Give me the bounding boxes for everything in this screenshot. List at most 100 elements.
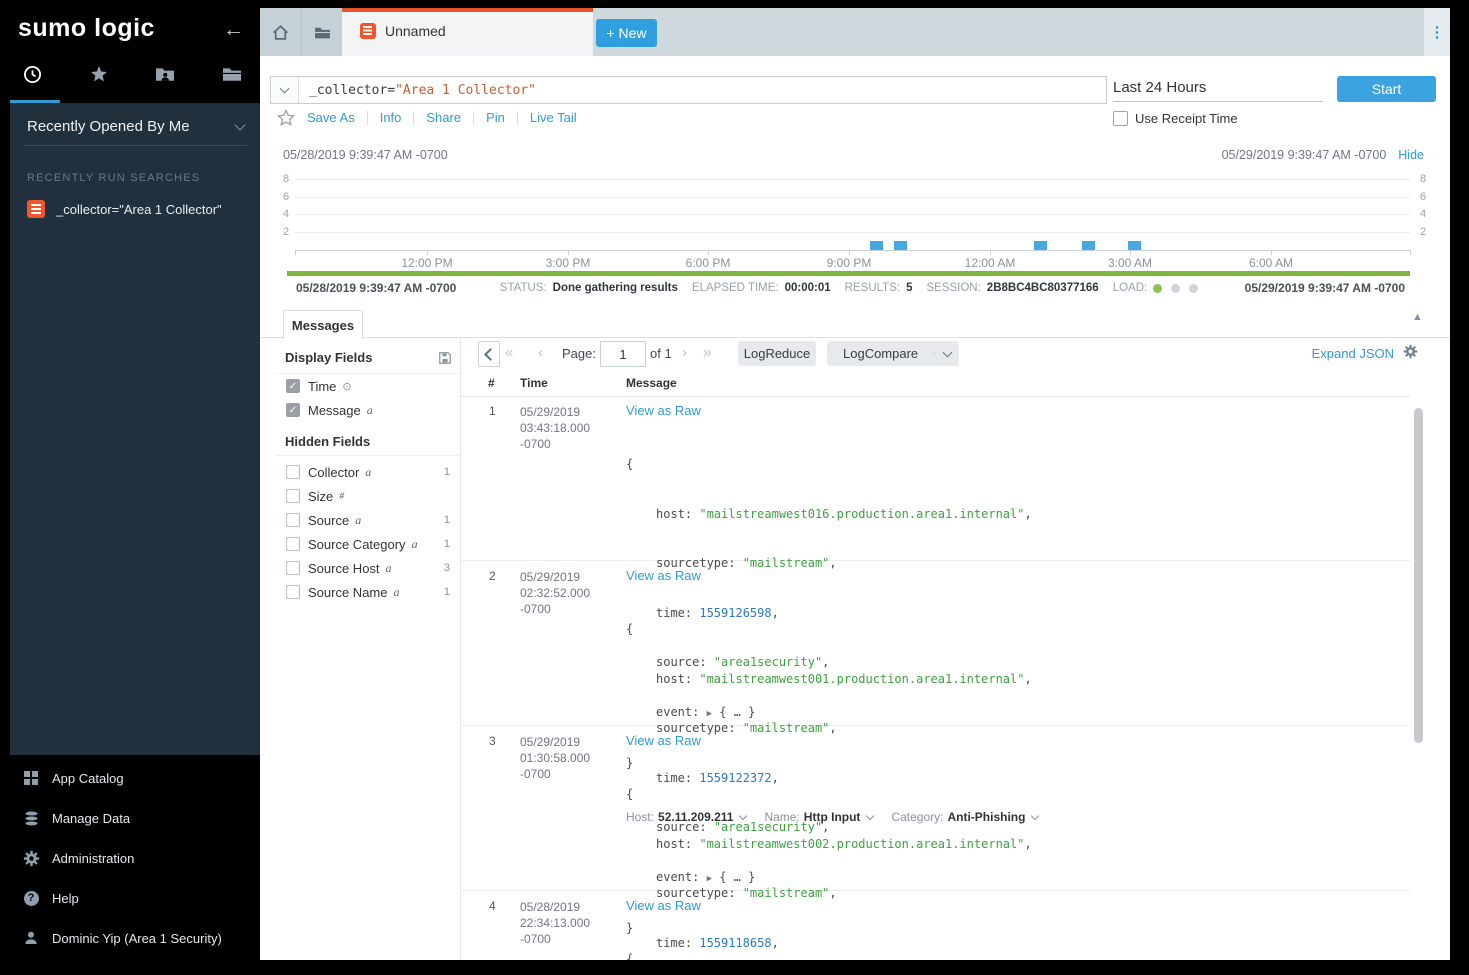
expand-json-link[interactable]: Expand JSON xyxy=(1312,346,1394,361)
query-dropdown[interactable] xyxy=(271,77,299,103)
chevron-down-icon xyxy=(942,347,952,357)
axis-tick xyxy=(295,250,296,255)
sidebar-item-app-catalog[interactable]: App Catalog xyxy=(0,758,260,798)
home-tab[interactable] xyxy=(260,8,302,56)
folders-tab-folder-icon[interactable] xyxy=(220,62,244,86)
field-row-source-category[interactable]: Source Category a 1 xyxy=(275,532,460,556)
first-page-icon[interactable]: « xyxy=(505,341,513,365)
view-as-raw-link[interactable]: View as Raw xyxy=(626,568,701,583)
field-type-number-icon: # xyxy=(339,491,344,502)
field-row-message[interactable]: ✓ Message a xyxy=(275,398,460,422)
field-count: 1 xyxy=(444,586,450,598)
scrollbar-thumb[interactable] xyxy=(1414,408,1423,743)
checkbox-unchecked[interactable] xyxy=(286,513,300,527)
checkbox-unchecked[interactable] xyxy=(286,465,300,479)
favorites-tab-star-icon[interactable] xyxy=(87,62,111,86)
collapse-panel-icon[interactable]: ▲ xyxy=(1412,311,1423,323)
checkbox-unchecked[interactable] xyxy=(286,585,300,599)
message-row: 4 05/28/201922:34:13.000 -0700 View as R… xyxy=(460,891,1410,960)
field-label: Source xyxy=(308,513,349,528)
recently-run-searches-label: RECENTLY RUN SEARCHES xyxy=(27,172,243,184)
new-tab-button[interactable]: + New xyxy=(596,19,657,47)
checkbox-checked[interactable]: ✓ xyxy=(286,403,300,417)
field-row-size[interactable]: Size # xyxy=(275,484,460,508)
field-count: 1 xyxy=(444,466,450,478)
field-type-string-icon: a xyxy=(355,513,361,528)
message-row: 2 05/29/201902:32:52.000 -0700 View as R… xyxy=(460,561,1410,726)
checkbox-unchecked[interactable] xyxy=(286,537,300,551)
checkbox-checked[interactable]: ✓ xyxy=(286,379,300,393)
checkbox-unchecked[interactable] xyxy=(286,561,300,575)
view-as-raw-link[interactable]: View as Raw xyxy=(626,733,701,748)
load-label: LOAD: xyxy=(1113,282,1148,294)
field-row-source[interactable]: Source a 1 xyxy=(275,508,460,532)
axis-tick xyxy=(990,250,991,255)
axis-tick xyxy=(1130,250,1131,255)
checkbox-unchecked[interactable] xyxy=(286,489,300,503)
logcompare-dropdown[interactable] xyxy=(934,352,959,356)
y-tick-left: 4 xyxy=(283,208,289,220)
sidebar-item-manage-data[interactable]: Manage Data xyxy=(0,798,260,838)
view-as-raw-link[interactable]: View as Raw xyxy=(626,403,701,418)
checkbox-unchecked[interactable] xyxy=(1113,111,1128,126)
search-query-box[interactable]: _collector="Area 1 Collector" xyxy=(270,76,1107,104)
save-as-link[interactable]: Save As xyxy=(295,110,367,125)
use-receipt-time-checkbox[interactable]: Use Receipt Time xyxy=(1113,111,1238,126)
panel-header[interactable]: Recently Opened By Me xyxy=(23,103,247,146)
sidebar-item-help[interactable]: ? Help xyxy=(0,878,260,918)
logcompare-button[interactable]: LogCompare xyxy=(827,341,959,366)
gear-icon xyxy=(22,849,40,867)
status-start-time: 05/28/2019 9:39:47 AM -0700 xyxy=(296,281,456,295)
save-fields-icon[interactable] xyxy=(438,351,452,365)
x-tick-label: 6:00 PM xyxy=(686,256,731,270)
library-tab[interactable] xyxy=(302,8,344,56)
histogram-bar[interactable] xyxy=(894,241,907,250)
histogram-bar[interactable] xyxy=(870,241,883,250)
collapse-fields-panel-button[interactable] xyxy=(478,341,500,367)
message-row: 1 05/29/201903:43:18.000 -0700 View as R… xyxy=(460,396,1410,561)
sidebar-item-administration[interactable]: Administration xyxy=(0,838,260,878)
field-row-source-name[interactable]: Source Name a 1 xyxy=(275,580,460,604)
sumo-logic-logo[interactable]: sumo logic xyxy=(18,14,155,43)
view-as-raw-link[interactable]: View as Raw xyxy=(626,898,701,913)
histogram-bar[interactable] xyxy=(1082,241,1095,250)
prev-page-icon[interactable]: ‹ xyxy=(538,341,543,365)
json-key: host: xyxy=(656,837,699,851)
recent-tab-clock-icon[interactable] xyxy=(20,62,44,86)
hide-timeline-link[interactable]: Hide xyxy=(1398,148,1424,162)
status-end-time: 05/29/2019 9:39:47 AM -0700 xyxy=(1245,281,1405,295)
field-row-time[interactable]: ✓ Time ⊙ xyxy=(275,374,460,398)
logreduce-button[interactable]: LogReduce xyxy=(738,341,816,366)
tab-messages[interactable]: Messages xyxy=(283,310,363,339)
histogram-bar[interactable] xyxy=(1128,241,1141,250)
kebab-menu-icon[interactable]: ⋮ xyxy=(1424,8,1450,56)
histogram-bar[interactable] xyxy=(1034,241,1047,250)
time-range-selector[interactable]: Last 24 Hours xyxy=(1113,74,1323,102)
timeline-range-scrubber[interactable] xyxy=(287,271,1410,276)
favorite-star-icon[interactable] xyxy=(277,109,295,127)
field-label: Collector xyxy=(308,465,359,480)
gridline xyxy=(295,214,1410,215)
messages-scrollbar[interactable] xyxy=(1414,403,1423,955)
share-link[interactable]: Share xyxy=(414,110,473,125)
query-input[interactable]: _collector="Area 1 Collector" xyxy=(299,77,536,103)
tab-unnamed-search[interactable]: Unnamed xyxy=(342,8,593,56)
sidebar-item-user-account[interactable]: Dominic Yip (Area 1 Security) xyxy=(0,918,260,958)
use-receipt-label: Use Receipt Time xyxy=(1135,111,1238,126)
sidebar-collapse-arrow-icon[interactable]: ← xyxy=(223,18,244,42)
field-row-collector[interactable]: Collector a 1 xyxy=(275,460,460,484)
logcompare-label: LogCompare xyxy=(827,346,934,361)
field-row-source-host[interactable]: Source Host a 3 xyxy=(275,556,460,580)
live-tail-link[interactable]: Live Tail xyxy=(518,110,589,125)
page-number-input[interactable] xyxy=(600,341,646,367)
pin-link[interactable]: Pin xyxy=(474,110,517,125)
recent-search-item[interactable]: _collector="Area 1 Collector" xyxy=(27,200,250,218)
last-page-icon[interactable]: » xyxy=(703,341,711,365)
next-page-icon[interactable]: › xyxy=(682,341,687,365)
menu-label: App Catalog xyxy=(52,771,124,786)
info-link[interactable]: Info xyxy=(368,110,414,125)
settings-gear-icon[interactable] xyxy=(1403,344,1418,359)
status-value: Done gathering results xyxy=(553,282,678,294)
library-tab-person-folder-icon[interactable] xyxy=(153,62,177,86)
start-button[interactable]: Start xyxy=(1337,76,1436,102)
